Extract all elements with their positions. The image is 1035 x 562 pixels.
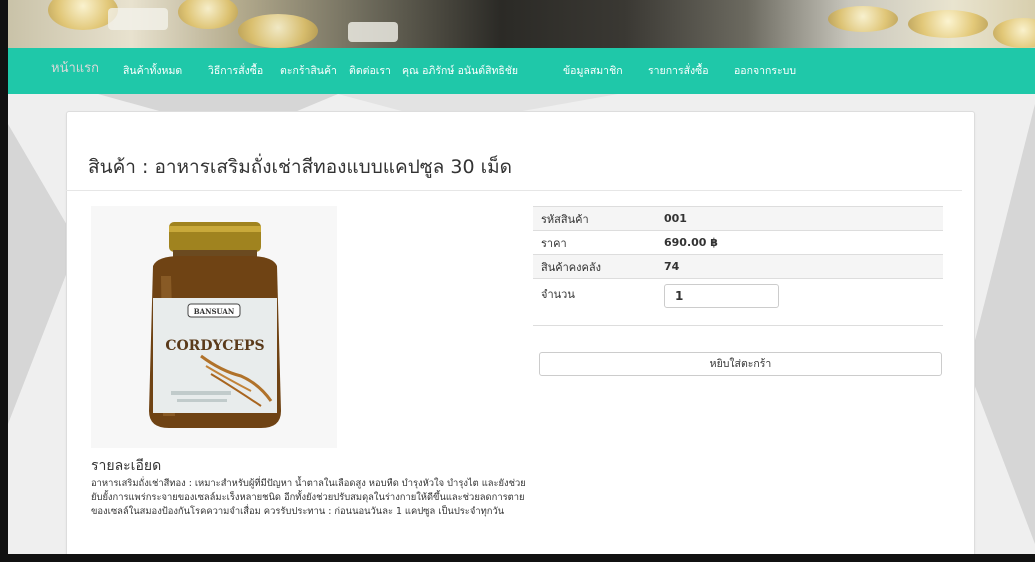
nav-contact[interactable]: ติดต่อเรา <box>349 62 391 80</box>
stock-value: 74 <box>656 254 943 279</box>
product-info-table: รหัสสินค้า 001 ราคา 690.00 ฿ สินค้าคงคลั… <box>533 206 943 326</box>
image-product-name-text: CORDYCEPS <box>165 338 264 354</box>
nav-member-info[interactable]: ข้อมูลสมาชิก <box>563 62 623 80</box>
details-text: อาหารเสริมถั่งเช่าสีทอง : เหมาะสำหรับผู้… <box>91 478 526 517</box>
image-brand-text: BANSUAN <box>194 307 235 316</box>
main-navbar: หน้าแรก สินค้าทั้งหมด วิธีการสั่งซื้อ ตะ… <box>8 48 1035 94</box>
quantity-label: จำนวน <box>533 278 656 326</box>
header-banner <box>8 0 1035 48</box>
nav-user-name[interactable]: คุณ อภิรักษ์ อนันต์สิทธิชัย <box>402 62 518 80</box>
add-to-cart-button[interactable]: หยิบใส่ตะกร้า <box>539 352 942 376</box>
nav-logout[interactable]: ออกจากระบบ <box>734 62 796 80</box>
price-label: ราคา <box>533 230 656 255</box>
nav-home[interactable]: หน้าแรก <box>51 60 99 78</box>
quantity-cell <box>656 278 943 326</box>
nav-all-products[interactable]: สินค้าทั้งหมด <box>123 62 182 80</box>
info-row-quantity: จำนวน <box>533 278 943 326</box>
stock-label: สินค้าคงคลัง <box>533 254 656 279</box>
nav-order-list[interactable]: รายการสั่งซื้อ <box>648 62 709 80</box>
title-divider <box>66 190 962 191</box>
product-image: BANSUAN CORDYCEPS <box>91 206 337 448</box>
window-frame-left <box>0 0 8 562</box>
details-heading: รายละเอียด <box>91 458 162 474</box>
quantity-input[interactable] <box>664 284 779 308</box>
info-row-code: รหัสสินค้า 001 <box>533 206 943 231</box>
window-frame-bottom <box>0 554 1035 562</box>
nav-cart[interactable]: ตะกร้าสินค้า <box>280 62 337 80</box>
product-title: สินค้า : อาหารเสริมถั่งเช่าสีทองแบบแคปซู… <box>88 156 512 178</box>
nav-how-to-order[interactable]: วิธีการสั่งซื้อ <box>208 62 263 80</box>
price-value: 690.00 ฿ <box>656 230 943 255</box>
code-value: 001 <box>656 206 943 231</box>
info-row-stock: สินค้าคงคลัง 74 <box>533 254 943 279</box>
code-label: รหัสสินค้า <box>533 206 656 231</box>
info-row-price: ราคา 690.00 ฿ <box>533 230 943 255</box>
